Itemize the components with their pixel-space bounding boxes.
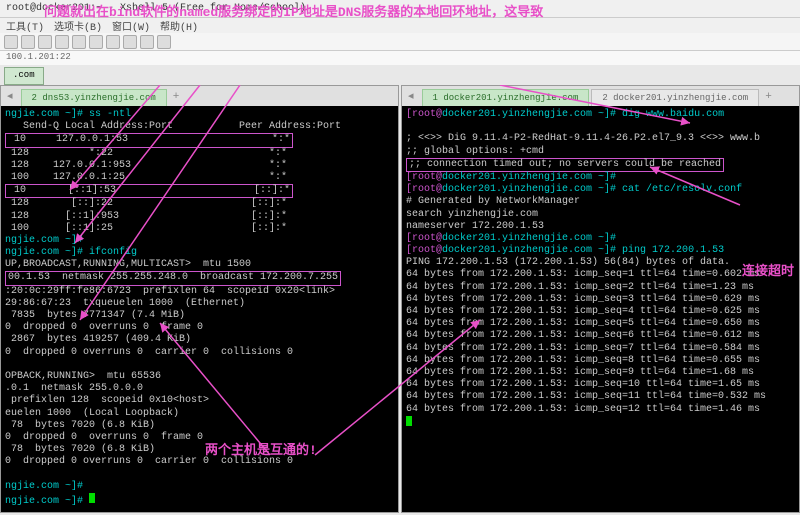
- right-terminal[interactable]: [root@docker201.yinzhengjie.com ~]# dig …: [402, 106, 799, 512]
- right-pane: ◂ 1 docker201.yinzhengjie.com 2 docker20…: [401, 85, 800, 513]
- session-tab[interactable]: .com: [4, 67, 44, 85]
- highlight-box: ;; connection timed out; no servers coul…: [406, 158, 724, 172]
- tool-icon[interactable]: [72, 35, 86, 49]
- tool-icon[interactable]: [55, 35, 69, 49]
- tab-docker1[interactable]: 1 docker201.yinzhengjie.com: [422, 89, 590, 106]
- highlight-box: 10 [::1]:53 [::]:*: [5, 184, 293, 198]
- menu-tools[interactable]: 工具(T): [6, 18, 44, 34]
- tool-icon[interactable]: [89, 35, 103, 49]
- left-pane: ◂ 2 dns53.yinzhengjie.com + ngjie.com ~]…: [0, 85, 399, 513]
- cursor-icon: [89, 493, 95, 503]
- cursor-icon: [406, 416, 412, 426]
- left-tabs: ◂ 2 dns53.yinzhengjie.com +: [1, 86, 398, 106]
- toolbar: [0, 33, 800, 51]
- tab-add-icon[interactable]: +: [167, 88, 186, 106]
- tab-docker2[interactable]: 2 docker201.yinzhengjie.com: [591, 89, 759, 106]
- tool-icon[interactable]: [140, 35, 154, 49]
- highlight-box: 00.1.53 netmask 255.255.248.0 broadcast …: [5, 271, 341, 285]
- address-bar[interactable]: 100.1.201:22: [0, 51, 800, 65]
- annotation-mid: 两个主机是互通的!: [205, 439, 317, 458]
- tab-menu-icon[interactable]: ◂: [1, 86, 19, 106]
- highlight-box: 10 127.0.0.1:53 *:*: [5, 133, 293, 147]
- annotation-top: 问题就出在bind软件的named服务绑定的IP地址是DNS服务器的本地回环地址…: [40, 0, 800, 21]
- tab-add-icon[interactable]: +: [759, 88, 778, 106]
- tool-icon[interactable]: [157, 35, 171, 49]
- tab-menu-icon[interactable]: ◂: [402, 86, 420, 106]
- tool-icon[interactable]: [21, 35, 35, 49]
- tool-icon[interactable]: [106, 35, 120, 49]
- tab-dns53[interactable]: 2 dns53.yinzhengjie.com: [21, 89, 167, 106]
- right-tabs: ◂ 1 docker201.yinzhengjie.com 2 docker20…: [402, 86, 799, 106]
- tool-icon[interactable]: [38, 35, 52, 49]
- tool-icon[interactable]: [123, 35, 137, 49]
- annotation-timeout: 连接超时: [742, 260, 794, 279]
- tool-icon[interactable]: [4, 35, 18, 49]
- left-terminal[interactable]: ngjie.com ~]# ss -ntl Send-Q Local Addre…: [1, 106, 398, 512]
